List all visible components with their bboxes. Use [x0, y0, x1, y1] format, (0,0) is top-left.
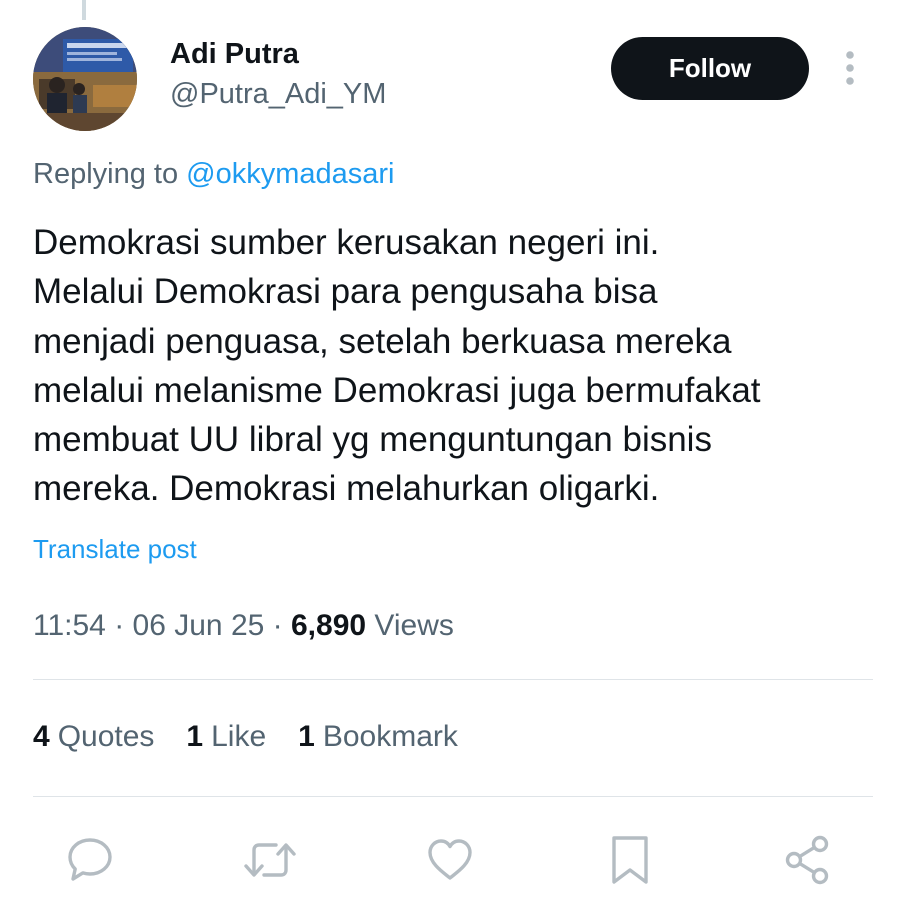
replying-to-label: Replying to — [33, 158, 187, 190]
tweet-text-line: menjadi penguasa, setelah berkuasa merek… — [33, 321, 732, 361]
like-button[interactable] — [422, 832, 478, 888]
meta-separator: · — [264, 609, 291, 642]
share-button[interactable] — [780, 832, 836, 888]
bookmarks-count: 1 — [298, 720, 315, 753]
follow-button[interactable]: Follow — [611, 37, 809, 100]
divider — [33, 679, 873, 680]
likes-label: Like — [211, 720, 267, 753]
tweet-text-line: mereka. Demokrasi melahurkan oligarki. — [33, 469, 660, 509]
retweet-icon — [244, 843, 296, 877]
tweet-text-line: melalui melanisme Demokrasi juga bermufa… — [33, 370, 761, 410]
tweet-text: Demokrasi sumber kerusakan negeri ini. M… — [33, 218, 873, 514]
tweet-text-line: Melalui Demokrasi para pengusaha bisa — [33, 272, 658, 312]
tweet-text-line: Demokrasi sumber kerusakan negeri ini. — [33, 223, 660, 262]
reply-icon — [68, 838, 112, 881]
like-icon — [428, 839, 472, 880]
likes-count: 1 — [186, 720, 204, 753]
replying-to: Replying to @okkymadasari — [33, 158, 395, 191]
engagement-stats: 4 Quotes 1 Like 1 Bookmark — [33, 720, 490, 754]
retweet-button[interactable] — [242, 832, 298, 888]
quotes-label: Quotes — [57, 720, 155, 753]
views-label: Views — [366, 609, 454, 642]
bookmark-button[interactable] — [602, 832, 658, 888]
avatar[interactable] — [33, 27, 137, 131]
thread-connector — [82, 0, 86, 20]
tweet-date[interactable]: 06 Jun 25 — [133, 609, 265, 642]
bookmarks-stat[interactable]: 1 Bookmark — [298, 720, 458, 754]
views-count: 6,890 — [290, 609, 367, 642]
more-options-button[interactable] — [836, 48, 864, 88]
translate-post-link[interactable]: Translate post — [33, 534, 197, 565]
author-handle[interactable]: @Putra_Adi_YM — [170, 78, 386, 111]
reply-mention-link[interactable]: @okkymadasari — [186, 158, 394, 190]
divider — [33, 796, 873, 797]
tweet-time[interactable]: 11:54 — [33, 609, 106, 642]
author-display-name[interactable]: Adi Putra — [170, 38, 299, 71]
bookmarks-label: Bookmark — [322, 720, 458, 753]
bookmark-icon — [612, 836, 648, 884]
quotes-count: 4 — [33, 720, 50, 753]
meta-separator: · — [105, 609, 133, 642]
tweet-meta: 11:54 · 06 Jun 25 · 6,890 Views — [33, 609, 454, 643]
more-vertical-icon — [846, 51, 854, 85]
tweet-text-line: membuat UU libral yg menguntungan bisnis — [33, 420, 712, 460]
likes-stat[interactable]: 1 Like — [186, 720, 266, 754]
share-icon — [785, 835, 829, 885]
reply-button[interactable] — [62, 832, 118, 888]
avatar-photo-icon — [33, 27, 137, 131]
quotes-stat[interactable]: 4 Quotes — [33, 720, 154, 754]
